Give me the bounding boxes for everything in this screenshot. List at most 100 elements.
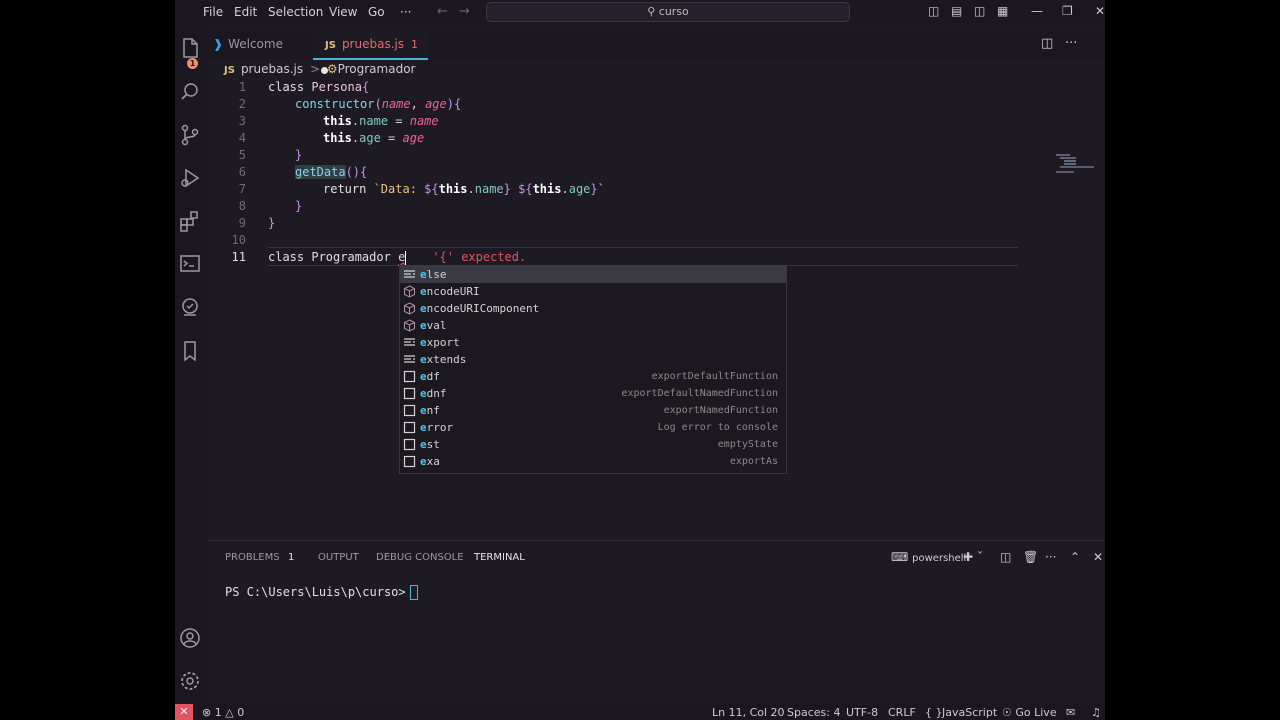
terminal-shell-selector[interactable]: ⌨ powershell (891, 550, 966, 564)
problems-status[interactable]: ⊗ 1 △ 0 (202, 706, 244, 719)
extensions-icon[interactable] (175, 205, 208, 237)
split-terminal-icon[interactable]: ◫ (1000, 550, 1011, 564)
cursor-position[interactable]: Ln 11, Col 20 (712, 706, 785, 719)
suggestion-item[interactable]: error Log error to console (400, 419, 786, 436)
suggestion-detail: emptyState (717, 439, 778, 450)
menu-go[interactable]: Go (368, 5, 385, 19)
encoding[interactable]: UTF-8 (846, 706, 878, 719)
language-mode[interactable]: JavaScript (942, 706, 997, 719)
tab-pruebas-js[interactable]: JS pruebas.js 1 (313, 32, 428, 74)
tab-terminal[interactable]: TERMINAL (474, 552, 525, 563)
suggestion-label: encodeURIComponent (420, 302, 540, 315)
toggle-panel-icon[interactable]: ▤ (951, 4, 962, 18)
menu-edit[interactable]: Edit (234, 5, 257, 19)
forward-arrow-icon[interactable]: → (459, 4, 470, 19)
settings-gear-icon[interactable] (175, 665, 208, 697)
suggestion-item[interactable]: exa exportAs (400, 453, 786, 470)
breadcrumb-file[interactable]: pruebas.js (241, 62, 303, 76)
tab-welcome[interactable]: ❱ Welcome (213, 32, 308, 58)
testing-icon[interactable] (175, 291, 208, 323)
code-line: } (295, 148, 303, 162)
run-debug-icon[interactable] (175, 162, 208, 194)
remote-explorer-icon[interactable] (175, 248, 208, 280)
feedback-icon[interactable]: ✉ (1066, 706, 1075, 719)
terminal-output[interactable]: PS C:\Users\Luis\p\curso> (225, 585, 418, 600)
minimap[interactable] (1056, 154, 1096, 174)
warning-icon: △ (225, 706, 234, 719)
toggle-sidebar-icon[interactable]: ◫ (928, 4, 939, 18)
suggestion-label: enf (420, 404, 440, 417)
code-line: this.age = age (323, 131, 425, 145)
more-actions-icon[interactable]: ··· (1065, 36, 1077, 51)
suggestion-detail: exportNamedFunction (663, 405, 778, 416)
suggestion-item[interactable]: eval (400, 317, 786, 334)
snippet-square-icon (403, 438, 416, 451)
suggestion-item[interactable]: export (400, 334, 786, 351)
suggestion-item[interactable]: encodeURIComponent (400, 300, 786, 317)
new-terminal-plus-icon[interactable]: ✚ ˇ (963, 550, 983, 564)
end-of-line[interactable]: CRLF (888, 706, 916, 719)
suggestion-label: edf (420, 370, 440, 383)
shell-name: powershell (912, 553, 967, 564)
more-terminal-actions-icon[interactable]: ··· (1045, 550, 1056, 564)
maximize-panel-chevron-icon[interactable]: ⌃ (1070, 550, 1080, 564)
broadcast-icon: ☉ (1002, 706, 1012, 719)
code-line: class Persona{ (268, 80, 370, 94)
notifications-bell-icon[interactable]: ♫ (1091, 706, 1101, 719)
menu-more[interactable]: ··· (400, 5, 411, 19)
toggle-secondary-sidebar-icon[interactable]: ◫ (974, 4, 985, 18)
suggestion-item[interactable]: encodeURI (400, 283, 786, 300)
suggestion-item[interactable]: extends (400, 351, 786, 368)
command-center-search[interactable]: ⚲ curso (486, 2, 850, 22)
suggestion-item[interactable]: ednf exportDefaultNamedFunction (400, 385, 786, 402)
method-cube-icon (403, 319, 416, 332)
menu-file[interactable]: File (203, 5, 223, 19)
suggestion-item[interactable]: enf exportNamedFunction (400, 402, 786, 419)
language-status-braces-icon[interactable]: { } (925, 706, 943, 719)
line-number: 4 (238, 131, 246, 145)
suggestion-label: export (420, 336, 460, 349)
terminal-cursor (409, 585, 418, 600)
suggestion-label: exa (420, 455, 440, 468)
suggestion-item[interactable]: est emptyState (400, 436, 786, 453)
tab-problems[interactable]: PROBLEMS (225, 552, 280, 563)
bookmark-icon[interactable] (175, 335, 208, 367)
method-cube-icon (403, 302, 416, 315)
tab-pruebas-label: pruebas.js (341, 37, 405, 51)
search-icon: ⚲ (647, 5, 656, 18)
suggestion-label: encodeURI (420, 285, 480, 298)
suggestion-label: est (420, 438, 440, 451)
split-editor-icon[interactable]: ◫ (1041, 36, 1053, 51)
tab-output[interactable]: OUTPUT (318, 552, 359, 563)
source-control-icon[interactable] (175, 119, 208, 151)
minimize-icon[interactable]: — (1031, 4, 1043, 18)
bottom-panel: PROBLEMS 1 OUTPUT DEBUG CONSOLE TERMINAL… (208, 540, 1105, 705)
keyword-icon (403, 268, 416, 281)
restore-icon[interactable]: ❐ (1062, 4, 1073, 18)
tab-debug-console[interactable]: DEBUG CONSOLE (376, 552, 464, 563)
explorer-icon[interactable]: 1 (175, 32, 208, 69)
title-bar: File Edit Selection View Go ··· ← → ⚲ cu… (175, 0, 1105, 24)
line-number: 1 (238, 80, 246, 94)
go-live-button[interactable]: ☉ Go Live (1002, 706, 1057, 719)
suggestion-item[interactable]: else (400, 266, 786, 283)
menu-selection[interactable]: Selection (268, 5, 323, 19)
snippet-square-icon (403, 421, 416, 434)
kill-terminal-trash-icon[interactable]: 🗑 (1023, 550, 1038, 564)
close-window-icon[interactable]: ✕ (1095, 4, 1105, 18)
js-file-icon: JS (224, 65, 235, 76)
back-arrow-icon[interactable]: ← (437, 4, 448, 19)
breadcrumb-symbol[interactable]: Programador (338, 62, 416, 76)
suggestion-item[interactable]: edf exportDefaultFunction (400, 368, 786, 385)
code-line: } (268, 216, 276, 230)
keyword-icon (403, 336, 416, 349)
remote-indicator-icon[interactable]: ✕ (175, 704, 193, 720)
close-panel-icon[interactable]: ✕ (1093, 550, 1103, 564)
suggestion-label: eval (420, 319, 447, 332)
class-symbol-icon: ⚙ (326, 62, 338, 76)
menu-view[interactable]: View (329, 5, 357, 19)
indentation[interactable]: Spaces: 4 (787, 706, 840, 719)
customize-layout-icon[interactable]: ▦ (997, 4, 1008, 18)
account-icon[interactable] (175, 622, 208, 654)
search-sidebar-icon[interactable] (175, 76, 208, 108)
